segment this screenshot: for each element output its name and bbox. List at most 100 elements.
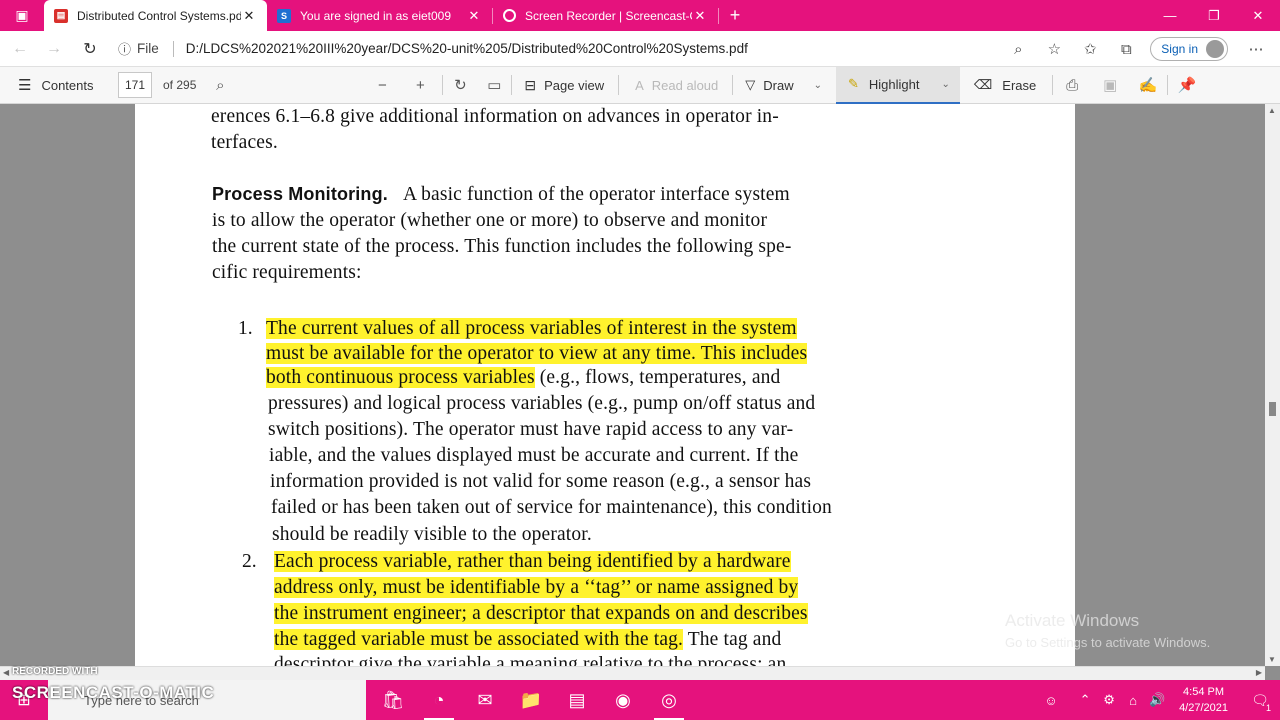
add-favorite-icon[interactable]: ☆: [1036, 31, 1072, 67]
page-total: of 295: [163, 78, 197, 92]
text-span: The tag and: [683, 629, 782, 650]
store-icon[interactable]: 🛍: [370, 680, 416, 720]
window-controls: — ❐ ✕: [1148, 0, 1280, 31]
zoom-in-icon[interactable]: +: [402, 77, 438, 94]
scroll-right-icon[interactable]: ▶: [1256, 668, 1262, 677]
forward-button[interactable]: →: [34, 31, 74, 67]
address-bar: ← → ↻ ⓘ File D:/LDCS%202021%20III%20year…: [0, 31, 1280, 67]
toolbar-separator: [732, 75, 734, 95]
text-line: the instrument engineer; a descriptor th…: [274, 603, 808, 625]
new-tab-button[interactable]: +: [719, 0, 751, 31]
collections-icon[interactable]: ⧉: [1108, 31, 1144, 67]
file-explorer-icon[interactable]: 📁: [508, 680, 554, 720]
zoom-out-icon[interactable]: −: [364, 77, 400, 94]
activate-windows-watermark: Activate Windows Go to Settings to activ…: [1005, 611, 1210, 650]
save-icon[interactable]: ▣: [1091, 76, 1129, 94]
read-aloud-label: Read aloud: [651, 77, 719, 93]
highlighted-text: The current values of all process variab…: [266, 318, 797, 339]
read-aloud-button[interactable]: A Read aloud: [635, 67, 718, 104]
pin-toolbar-icon[interactable]: 📌: [1168, 76, 1206, 94]
highlighted-text: must be available for the operator to vi…: [266, 343, 808, 364]
erase-button[interactable]: ⌫ Erase: [974, 67, 1036, 104]
page-number-input[interactable]: 171: [118, 72, 152, 98]
print-icon[interactable]: ⎙: [1053, 77, 1091, 94]
screencast-icon: [503, 9, 516, 22]
tab-actions-icon[interactable]: ▣: [0, 0, 44, 31]
list-number: 2.: [242, 551, 257, 572]
text-line: information provided is not valid for so…: [270, 471, 812, 492]
network-icon[interactable]: ⌂: [1121, 693, 1145, 708]
tab-pdf[interactable]: ▤ Distributed Control Systems.pdf ✕: [44, 0, 267, 31]
screencast-app-icon[interactable]: ◎: [646, 680, 692, 720]
more-options-icon[interactable]: ⋯: [1238, 31, 1274, 67]
activate-title: Activate Windows: [1005, 611, 1140, 630]
highlighted-text: address only, must be identifiable by a …: [274, 577, 799, 598]
close-icon[interactable]: ✕: [692, 8, 708, 24]
mail-icon[interactable]: ✉: [462, 680, 508, 720]
text-line: the tagged variable must be associated w…: [274, 629, 781, 651]
highlighted-text: Each process variable, rather than being…: [274, 551, 791, 572]
volume-icon[interactable]: 🔊: [1145, 692, 1169, 708]
vertical-scrollbar[interactable]: ▲ ▼: [1265, 104, 1280, 666]
rotate-icon[interactable]: ↻: [443, 76, 477, 94]
system-tray: ☺ ⌃ ⚙ ⌂ 🔊 4:54 PM 4/27/2021 🗨 1: [1039, 680, 1280, 720]
text-line: Process Monitoring. A basic function of …: [212, 184, 790, 206]
info-icon[interactable]: ⓘ: [118, 39, 131, 58]
page-view-button[interactable]: ⊟ Page view: [524, 67, 604, 104]
url-text[interactable]: D:/LDCS%202021%20III%20year/DCS%20-unit%…: [186, 41, 748, 56]
close-window-icon[interactable]: ✕: [1236, 0, 1280, 31]
scroll-left-icon[interactable]: ◀: [3, 668, 9, 677]
erase-label: Erase: [1002, 77, 1037, 93]
draw-button[interactable]: ▽ Draw ⌄: [745, 67, 822, 104]
highlight-button[interactable]: ✎ Highlight ⌄: [836, 66, 960, 104]
show-hidden-icons[interactable]: ⌃: [1073, 692, 1097, 708]
refresh-button[interactable]: ↻: [70, 31, 110, 67]
document-viewer[interactable]: erences 6.1–6.8 give additional informat…: [0, 104, 1265, 666]
text-line: failed or has been taken out of service …: [271, 497, 832, 518]
close-icon[interactable]: ✕: [466, 8, 482, 24]
tab-screencast[interactable]: Screen Recorder | Screencast-O- ✕: [493, 0, 718, 31]
text-line: iable, and the values displayed must be …: [269, 445, 799, 466]
pdf-page: erences 6.1–6.8 give additional informat…: [135, 104, 1075, 666]
text-line: pressures) and logical process variables…: [268, 393, 816, 414]
chevron-down-icon[interactable]: ⌄: [942, 79, 950, 90]
chevron-down-icon[interactable]: ⌄: [814, 80, 822, 91]
chrome-icon[interactable]: ◉: [600, 680, 646, 720]
highlighted-text: the instrument engineer; a descriptor th…: [274, 603, 808, 624]
app-tray-icon[interactable]: ⚙: [1097, 692, 1121, 708]
close-icon[interactable]: ✕: [241, 8, 257, 24]
draw-icon: ▽: [745, 77, 756, 92]
fit-to-page-icon[interactable]: ▭: [477, 76, 511, 94]
scroll-thumb[interactable]: [1269, 402, 1276, 416]
sign-in-button[interactable]: Sign in: [1150, 37, 1228, 61]
zoom-icon[interactable]: ⌕: [1000, 31, 1036, 67]
tab-strip: ▣ ▤ Distributed Control Systems.pdf ✕ S …: [0, 0, 1280, 31]
tab-title: Distributed Control Systems.pdf: [77, 8, 241, 23]
clock[interactable]: 4:54 PM 4/27/2021: [1179, 684, 1228, 716]
scroll-up-icon[interactable]: ▲: [1268, 106, 1276, 115]
tab-signed-in[interactable]: S You are signed in as eiet009 ✕: [267, 0, 492, 31]
highlight-label: Highlight: [868, 76, 920, 92]
favorites-icon[interactable]: ✩: [1072, 31, 1108, 67]
text-line: switch positions). The operator must hav…: [268, 419, 794, 440]
save-as-icon[interactable]: ✍: [1129, 76, 1167, 94]
toolbar-separator: [618, 75, 620, 95]
winrar-icon[interactable]: ▤: [554, 680, 600, 720]
people-icon[interactable]: ☺: [1039, 693, 1063, 708]
edge-icon[interactable]: ◔: [416, 680, 462, 720]
text-line: should be readily visible to the operato…: [272, 524, 592, 545]
contents-button[interactable]: ☰ Contents: [0, 67, 110, 104]
text-line: both continuous process variables (e.g.,…: [266, 367, 780, 389]
search-icon[interactable]: ⌕: [204, 77, 236, 94]
screencast-logo: SCREENCAST-O-MATIC: [12, 683, 215, 702]
read-aloud-icon: A: [635, 77, 644, 93]
page-view-icon: ⊟: [524, 76, 537, 93]
minimize-icon[interactable]: —: [1148, 0, 1192, 31]
notification-center-icon[interactable]: 🗨 1: [1240, 680, 1280, 720]
url-field[interactable]: ⓘ File D:/LDCS%202021%20III%20year/DCS%2…: [118, 35, 1038, 63]
section-heading: Process Monitoring.: [212, 184, 388, 204]
scroll-down-icon[interactable]: ▼: [1268, 655, 1276, 664]
toolbar-separator: [511, 75, 513, 95]
text-line: must be available for the operator to vi…: [266, 343, 808, 365]
restore-icon[interactable]: ❐: [1192, 0, 1236, 31]
